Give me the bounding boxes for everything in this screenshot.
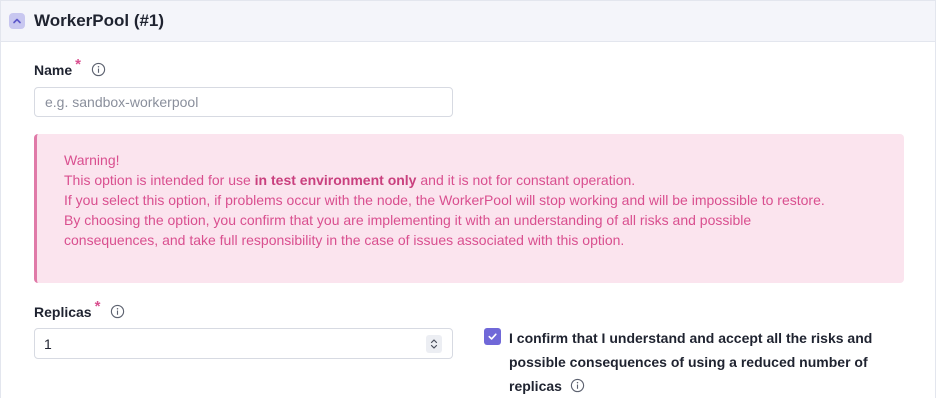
workerpool-panel: WorkerPool (#1) Name * Warning! This opt… xyxy=(0,0,936,398)
replicas-stepper[interactable] xyxy=(426,335,442,353)
warning-line-1: This option is intended for use in test … xyxy=(64,172,636,188)
spinner-down-icon[interactable] xyxy=(430,344,438,350)
checkmark-icon xyxy=(488,333,497,340)
panel-title: WorkerPool (#1) xyxy=(34,11,165,30)
chevron-up-icon xyxy=(13,18,21,24)
info-icon[interactable] xyxy=(91,62,106,77)
replicas-label: Replicas xyxy=(34,303,92,320)
name-label-row: Name * xyxy=(34,56,106,78)
replicas-value[interactable]: 1 xyxy=(44,336,52,352)
collapse-button[interactable] xyxy=(9,13,25,29)
info-icon[interactable] xyxy=(570,378,585,393)
warning-line-3: By choosing the option, you confirm that… xyxy=(64,212,752,248)
replicas-input[interactable]: 1 xyxy=(34,328,453,359)
replicas-label-row: Replicas * xyxy=(34,298,125,320)
warning-alert: Warning! This option is intended for use… xyxy=(34,134,904,283)
required-mark: * xyxy=(75,56,81,73)
warning-line-2: If you select this option, if problems o… xyxy=(64,192,825,208)
info-icon[interactable] xyxy=(110,304,125,319)
warning-emphasis: in test environment only xyxy=(254,172,417,188)
panel-header[interactable]: WorkerPool (#1) xyxy=(1,0,935,42)
required-mark: * xyxy=(94,298,101,315)
confirm-checkbox-label[interactable]: I confirm that I understand and accept a… xyxy=(509,326,909,398)
name-label: Name xyxy=(34,61,73,78)
confirm-checkbox[interactable] xyxy=(484,328,501,345)
warning-heading: Warning! xyxy=(64,152,120,168)
name-input[interactable] xyxy=(34,87,453,117)
